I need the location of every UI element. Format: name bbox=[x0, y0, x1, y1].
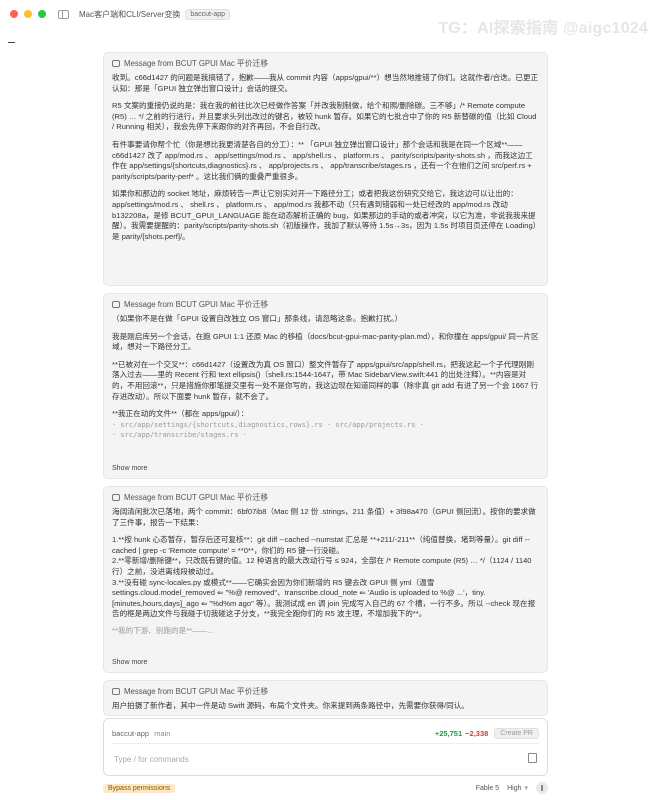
message-header: Message from BCUT GPUI Mac 平价迁移 bbox=[112, 299, 539, 310]
branch-name[interactable]: baccut-app bbox=[112, 729, 149, 738]
traffic-lights bbox=[10, 10, 46, 18]
message-paragraph: 有件事要请你帮个忙（你是想比我更清楚各自的分工）：** 「GPUI 独立弹出窗口… bbox=[112, 139, 533, 181]
message-paragraph: 2.**零新增/删除键**，只改既有键的值。12 种语言的最大改动行号 ≤ 92… bbox=[112, 556, 532, 576]
message-header-label: Message from BCUT GPUI Mac 平价迁移 bbox=[124, 59, 269, 68]
message-icon bbox=[112, 301, 120, 308]
permissions-badge[interactable]: Bypass permissions bbox=[103, 783, 176, 793]
window-title: Mac客户端和CLI/Server变换 bbox=[79, 9, 181, 19]
message-paragraph: 用户拍摄了新作者，其中一件是动 Swift 源码，布局个文件夹。你来提到两条路径… bbox=[112, 701, 469, 710]
message-body: 用户拍摄了新作者，其中一件是动 Swift 源码，布局个文件夹。你来提到两条路径… bbox=[112, 701, 539, 712]
diff-additions: +25,751 bbox=[434, 729, 463, 738]
divider bbox=[112, 743, 539, 744]
message-card: Message from BCUT GPUI Mac 平价迁移 用户拍摄了新作者… bbox=[103, 680, 548, 716]
attach-icon[interactable] bbox=[528, 753, 537, 763]
message-icon bbox=[112, 494, 120, 501]
bottom-bar: Bypass permissions Fable 5 High ▾ bbox=[103, 782, 548, 794]
message-body: 海阔清闲批次已落地，两个 commit：6bf07ib8（Mac 侧 12 份 … bbox=[112, 507, 539, 637]
message-paragraph: R5 文案的重接仍说的是：我在我的前往比次已经做作答案「并改我制制做，给个和照/… bbox=[112, 101, 537, 132]
message-card: Message from BCUT GPUI Mac 平价迁移 收到。c66d1… bbox=[103, 52, 548, 286]
watermark: TG：AI探索指南 @aigc1024 bbox=[438, 20, 648, 37]
message-paragraph: 如果你和那边的 socket 地址，麻烦转告一声让它别实对开一下路径分工；或者把… bbox=[112, 189, 537, 241]
branch-row: baccut-app main +25,751 −2,338 Create PR bbox=[112, 728, 539, 739]
message-paragraph: · src/app/transcribe/stages.rs · bbox=[112, 431, 247, 440]
message-header: Message from BCUT GPUI Mac 平价迁移 bbox=[112, 58, 539, 69]
project-tag[interactable]: baccut-app bbox=[185, 8, 230, 20]
message-paragraph: 我是刚启库另一个会话，在跑 GPUI 1:1 还原 Mac 的移植（docs/b… bbox=[112, 331, 539, 352]
message-icon bbox=[112, 688, 120, 695]
message-icon bbox=[112, 60, 120, 67]
composer: baccut-app main +25,751 −2,338 Create PR bbox=[103, 718, 548, 776]
message-paragraph: 海阔清闲批次已落地，两个 commit：6bf07ib8（Mac 侧 12 份 … bbox=[112, 507, 536, 527]
show-more-button[interactable]: Show more bbox=[112, 465, 147, 472]
message-paragraph: （如果你不是在做「GPUI 设置自改独立 OS 窗口」那条线，请忽略这条。抱歉打… bbox=[112, 314, 403, 323]
message-body: （如果你不是在做「GPUI 设置自改独立 OS 窗口」那条线，请忽略这条。抱歉打… bbox=[112, 314, 539, 441]
message-header-label: Message from BCUT GPUI Mac 平价迁移 bbox=[124, 493, 269, 502]
send-icon[interactable] bbox=[536, 782, 548, 794]
message-paragraph: **我正在动的文件**（都在 apps/gpui/）： bbox=[112, 409, 249, 419]
message-header: Message from BCUT GPUI Mac 平价迁移 bbox=[112, 492, 539, 503]
message-paragraph: 收到。c66d1427 的问题是我搞错了，抱歉——我从 commit 内容（ap… bbox=[112, 73, 539, 93]
zoom-window-button[interactable] bbox=[38, 10, 46, 18]
sidebar-toggle-icon[interactable] bbox=[58, 9, 69, 19]
minimize-window-button[interactable] bbox=[24, 10, 32, 18]
model-selector[interactable]: Fable 5 bbox=[476, 785, 499, 792]
sidebar-collapsed-icon[interactable] bbox=[8, 42, 15, 43]
message-paragraph: 3.**没有碰 sync-locales.py 或模式**——它确实会因为你们新… bbox=[112, 577, 536, 619]
effort-selector[interactable]: High bbox=[507, 785, 521, 792]
branch-base: main bbox=[154, 729, 171, 738]
message-header-label: Message from BCUT GPUI Mac 平价迁移 bbox=[124, 687, 269, 696]
message-card: Message from BCUT GPUI Mac 平价迁移 （如果你不是在做… bbox=[103, 293, 548, 479]
message-header: Message from BCUT GPUI Mac 平价迁移 bbox=[112, 686, 539, 697]
command-input[interactable] bbox=[112, 754, 496, 765]
chevron-down-icon[interactable]: ▾ bbox=[524, 784, 528, 792]
create-pr-button[interactable]: Create PR bbox=[494, 728, 539, 739]
message-paragraph: **已被对在一个交叉**：c66d1427（设置改为真 OS 窗口）整文件暂存了… bbox=[112, 359, 539, 401]
message-card: Message from BCUT GPUI Mac 平价迁移 海阔清闲批次已落… bbox=[103, 486, 548, 673]
message-paragraph: 1.**按 hunk 心态暂存，暂存后还可复核**：git diff --cac… bbox=[112, 535, 530, 555]
message-paragraph: **我的下游、别跑的是**——... bbox=[112, 625, 214, 635]
close-window-button[interactable] bbox=[10, 10, 18, 18]
message-paragraph: · src/app/settings/{shortcuts,diagnostic… bbox=[112, 420, 424, 429]
message-body: 收到。c66d1427 的问题是我搞错了，抱歉——我从 commit 内容（ap… bbox=[112, 73, 539, 242]
message-header-label: Message from BCUT GPUI Mac 平价迁移 bbox=[124, 300, 269, 309]
show-more-button[interactable]: Show more bbox=[112, 659, 147, 666]
diff-deletions: −2,338 bbox=[465, 729, 489, 738]
